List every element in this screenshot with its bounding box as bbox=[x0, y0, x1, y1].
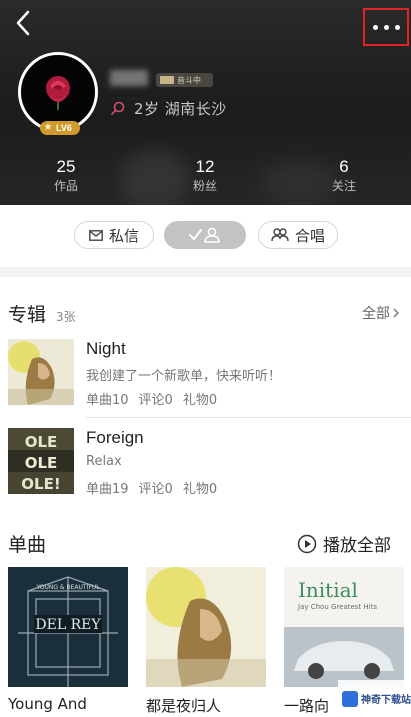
album-gifts: 礼物0 bbox=[182, 393, 218, 408]
album-comments: 评论0 bbox=[138, 393, 173, 408]
tag-icon bbox=[160, 76, 174, 84]
album-meta: 单曲10 评论0 礼物0 bbox=[86, 389, 217, 408]
album-desc: 我创建了一个新歌单，快来听听！ bbox=[86, 369, 282, 384]
stat-label: 作品 bbox=[53, 179, 78, 193]
age-location-text: 2岁 湖南长沙 bbox=[134, 99, 227, 118]
watermark: 神奇下载站 bbox=[338, 680, 411, 717]
back-icon bbox=[16, 10, 30, 36]
album-meta: 单曲19 评论0 礼物0 bbox=[86, 478, 217, 497]
location-icon bbox=[111, 101, 125, 115]
rose-avatar-icon bbox=[46, 76, 70, 110]
album-cover bbox=[8, 339, 74, 405]
see-all-link[interactable]: 全部 bbox=[362, 303, 400, 323]
stat-label: 粉丝 bbox=[192, 179, 217, 193]
svg-text:OLE: OLE bbox=[25, 454, 58, 472]
album-item[interactable]: Night 我创建了一个新歌单，快来听听！ 单曲10 评论0 礼物0 bbox=[0, 339, 411, 419]
message-button[interactable]: 私信 bbox=[74, 221, 154, 249]
single-cover bbox=[146, 567, 266, 687]
album-item[interactable]: OLE OLE OLE! Foreign Relax 单曲19 评论0 礼物0 bbox=[0, 428, 411, 508]
albums-count: 3张 bbox=[56, 310, 76, 324]
member-tag: 音斗中 bbox=[156, 73, 213, 87]
svg-text:YOUNG & BEAUTIFUL: YOUNG & BEAUTIFUL bbox=[35, 584, 100, 591]
profile-header: ★ LV6 音斗中 2岁 湖南长沙 25 作品 12 粉丝 6 关注 bbox=[0, 0, 411, 205]
single-cover: DEL REY YOUNG & BEAUTIFUL bbox=[8, 567, 128, 687]
single-item[interactable]: 都是夜归人 bbox=[146, 567, 266, 716]
mail-icon bbox=[89, 229, 103, 241]
album-gifts: 礼物0 bbox=[182, 482, 218, 497]
single-title: 都是夜归人 bbox=[146, 697, 222, 715]
duet-icon bbox=[271, 228, 289, 242]
more-icon-dot bbox=[383, 24, 389, 30]
check-user-icon bbox=[189, 227, 220, 243]
more-icon bbox=[372, 24, 378, 30]
section-separator bbox=[0, 267, 411, 277]
single-title: Young And bbox=[8, 695, 87, 713]
play-circle-icon bbox=[297, 534, 317, 553]
stat-fans[interactable]: 12 粉丝 bbox=[170, 157, 240, 194]
message-label: 私信 bbox=[108, 226, 139, 245]
album-title: Foreign bbox=[86, 428, 144, 447]
member-tag-text: 音斗中 bbox=[177, 75, 201, 85]
followed-button[interactable] bbox=[164, 221, 246, 249]
duet-label: 合唱 bbox=[294, 226, 325, 245]
album-songs: 单曲19 bbox=[86, 482, 129, 497]
svg-text:Jay Chou Greatest Hits: Jay Chou Greatest Hits bbox=[297, 603, 377, 611]
stat-label: 关注 bbox=[331, 179, 356, 193]
age-location: 2岁 湖南长沙 bbox=[110, 97, 227, 119]
play-all-button[interactable]: 播放全部 bbox=[297, 531, 391, 556]
single-item[interactable]: DEL REY YOUNG & BEAUTIFUL Young And bbox=[8, 567, 128, 713]
stat-following[interactable]: 6 关注 bbox=[309, 157, 379, 194]
album-cover: OLE OLE OLE! bbox=[8, 428, 74, 494]
action-bar: 私信 合唱 bbox=[0, 205, 411, 267]
avatar[interactable] bbox=[18, 52, 98, 132]
album-songs: 单曲10 bbox=[86, 393, 129, 408]
duet-button[interactable]: 合唱 bbox=[258, 221, 338, 249]
list-divider bbox=[86, 417, 411, 418]
svg-text:OLE: OLE bbox=[25, 433, 58, 451]
stat-value: 12 bbox=[195, 157, 215, 176]
level-text: LV6 bbox=[56, 123, 72, 133]
chevron-right-icon bbox=[393, 308, 400, 318]
svg-text:DEL REY: DEL REY bbox=[35, 617, 101, 633]
single-cover: Initial Jay Chou Greatest Hits bbox=[284, 567, 404, 687]
watermark-text: 神奇下载站 bbox=[361, 695, 411, 706]
album-title: Night bbox=[86, 339, 126, 358]
watermark-logo-icon bbox=[342, 690, 358, 707]
album-desc: Relax bbox=[86, 454, 122, 469]
see-all-label: 全部 bbox=[362, 306, 390, 322]
username-blurred bbox=[110, 70, 148, 86]
singles-title: 单曲 bbox=[8, 534, 47, 556]
albums-title: 专辑 bbox=[8, 304, 47, 326]
stat-value: 25 bbox=[56, 157, 76, 176]
play-all-label: 播放全部 bbox=[323, 536, 391, 556]
star-icon: ★ bbox=[43, 122, 53, 133]
back-button[interactable] bbox=[8, 6, 38, 40]
album-comments: 评论0 bbox=[138, 482, 173, 497]
level-badge: ★ LV6 bbox=[40, 121, 80, 135]
svg-text:Initial: Initial bbox=[298, 578, 358, 602]
more-icon-dot bbox=[394, 24, 400, 30]
stat-value: 6 bbox=[339, 157, 349, 176]
more-button[interactable] bbox=[363, 8, 409, 46]
stat-works[interactable]: 25 作品 bbox=[31, 157, 101, 194]
svg-text:OLE!: OLE! bbox=[21, 475, 60, 493]
